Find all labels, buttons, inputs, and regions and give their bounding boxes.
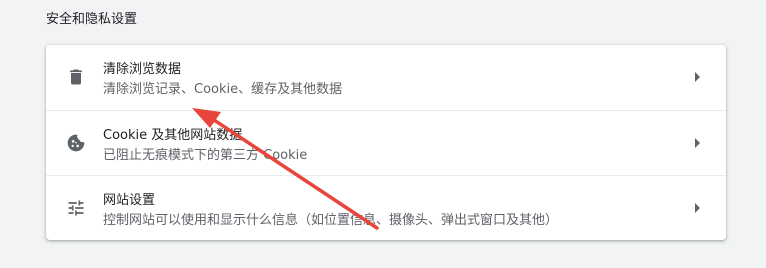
row-title: 网站设置 [103,193,156,208]
row-title: 清除浏览数据 [103,62,182,77]
privacy-settings-card: 清除浏览数据 清除浏览记录、Cookie、缓存及其他数据 Cookie 及其他网… [46,45,726,240]
section-title: 安全和隐私设置 [46,12,138,27]
row-subtitle: 控制网站可以使用和显示什么信息（如位置信息、摄像头、弹出式窗口及其他） [103,213,559,228]
site-settings-row[interactable]: 网站设置 控制网站可以使用和显示什么信息（如位置信息、摄像头、弹出式窗口及其他） [46,175,726,241]
tune-icon [66,198,86,218]
row-subtitle: 已阻止无痕模式下的第三方 Cookie [103,148,308,163]
chevron-right-icon [695,138,700,148]
row-title: Cookie 及其他网站数据 [103,128,243,143]
cookies-site-data-row[interactable]: Cookie 及其他网站数据 已阻止无痕模式下的第三方 Cookie [46,110,726,176]
trash-icon [66,67,86,87]
row-subtitle: 清除浏览记录、Cookie、缓存及其他数据 [103,82,343,97]
chevron-right-icon [695,72,700,82]
chevron-right-icon [695,203,700,213]
clear-browsing-data-row[interactable]: 清除浏览数据 清除浏览记录、Cookie、缓存及其他数据 [46,45,726,110]
cookie-icon [66,133,86,153]
